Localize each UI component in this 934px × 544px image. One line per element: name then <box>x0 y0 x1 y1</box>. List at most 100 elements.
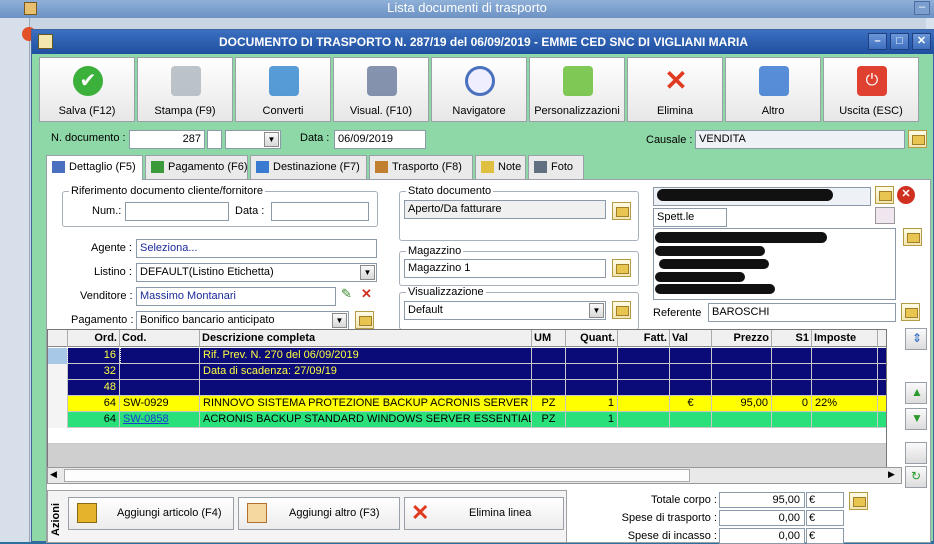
table-cell[interactable] <box>120 348 200 364</box>
scrollbar-thumb[interactable] <box>64 469 690 482</box>
pagamento-folder-icon[interactable] <box>355 311 374 329</box>
toolbar-button-7[interactable]: Altro <box>725 57 821 122</box>
tab-4[interactable]: Note <box>475 155 526 179</box>
contact-icon[interactable] <box>875 207 895 224</box>
clear-icon[interactable]: ✕ <box>361 286 372 302</box>
chevron-down-icon[interactable]: ▼ <box>589 303 604 318</box>
table-cell[interactable] <box>532 380 566 396</box>
table-cell[interactable] <box>670 348 712 364</box>
arrow-down-icon[interactable]: ▼ <box>905 408 927 430</box>
toolbar-button-2[interactable]: Converti <box>235 57 331 122</box>
table-cell[interactable] <box>812 412 878 428</box>
empty-row[interactable] <box>48 428 886 444</box>
table-row[interactable]: 32 Data di scadenza: 27/09/19 <box>48 364 886 380</box>
table-cell[interactable] <box>566 348 618 364</box>
delete-line-button[interactable]: ✕ Elimina linea <box>404 497 564 530</box>
table-cell[interactable] <box>618 364 670 380</box>
grid-column-header[interactable]: Fatt. <box>618 330 670 347</box>
table-cell[interactable] <box>566 380 618 396</box>
table-cell[interactable]: SW-0858 <box>120 412 200 428</box>
toolbar-button-5[interactable]: Personalizzazioni <box>529 57 625 122</box>
table-cell[interactable] <box>200 380 532 396</box>
total-value[interactable]: 95,00 <box>719 492 805 508</box>
table-cell[interactable]: 1 <box>566 396 618 412</box>
total-value[interactable]: 0,00 <box>719 510 805 526</box>
table-cell[interactable] <box>120 380 200 396</box>
grid-column-header[interactable]: Descrizione completa <box>200 330 532 347</box>
grid-column-header[interactable]: S1 <box>772 330 812 347</box>
totals-folder-icon[interactable] <box>849 492 868 510</box>
table-cell[interactable] <box>670 380 712 396</box>
table-cell[interactable]: 0 <box>772 396 812 412</box>
tab-3[interactable]: Trasporto (F8) <box>369 155 473 179</box>
table-cell[interactable] <box>566 364 618 380</box>
causale-input[interactable]: VENDITA <box>695 130 905 149</box>
table-cell[interactable]: RINNOVO SISTEMA PROTEZIONE BACKUP ACRONI… <box>200 396 532 412</box>
chevron-down-icon[interactable]: ▼ <box>360 265 375 280</box>
grid-column-header[interactable]: Ord. <box>68 330 120 347</box>
add-article-button[interactable]: Aggiungi articolo (F4) <box>68 497 234 530</box>
table-cell[interactable] <box>812 348 878 364</box>
table-cell[interactable] <box>772 364 812 380</box>
table-cell[interactable] <box>670 412 712 428</box>
table-cell[interactable] <box>812 364 878 380</box>
chevron-down-icon[interactable]: ▼ <box>264 132 279 147</box>
referente-folder-icon[interactable] <box>901 303 920 321</box>
refresh-icon[interactable]: ↻ <box>905 466 927 488</box>
table-cell[interactable] <box>712 364 772 380</box>
listino-select[interactable]: DEFAULT(Listino Etichetta) ▼ <box>136 263 377 282</box>
grid-column-header[interactable]: Quant. <box>566 330 618 347</box>
table-row[interactable]: 16 Rif. Prev. N. 270 del 06/09/2019 <box>48 347 886 365</box>
remove-cliente-icon[interactable]: ✕ <box>897 186 915 204</box>
table-cell[interactable]: 1 <box>566 412 618 428</box>
grid-column-header[interactable]: Imposte <box>812 330 878 347</box>
table-row[interactable]: 64 SW-0929 RINNOVO SISTEMA PROTEZIONE BACK… <box>48 396 886 412</box>
scroll-left-icon[interactable]: ◀ <box>50 469 57 480</box>
ndoc-series-select[interactable]: ▼ <box>225 130 281 149</box>
visualizzazione-folder-icon[interactable] <box>612 301 631 319</box>
copy-lines-icon[interactable] <box>905 442 927 464</box>
ndoc-suffix-spin[interactable] <box>207 130 222 149</box>
visualizzazione-select[interactable]: Default ▼ <box>404 301 606 320</box>
table-cell[interactable] <box>772 348 812 364</box>
scroll-right-icon[interactable]: ▶ <box>888 469 895 480</box>
row-selector[interactable] <box>48 380 68 396</box>
add-other-button[interactable]: Aggiungi altro (F3) <box>238 497 400 530</box>
row-selector[interactable] <box>48 412 68 428</box>
table-cell[interactable]: € <box>670 396 712 412</box>
referente-input[interactable]: BAROSCHI <box>708 303 896 322</box>
tab-0[interactable]: Dettaglio (F5) <box>46 155 143 180</box>
table-cell[interactable] <box>618 348 670 364</box>
toolbar-button-1[interactable]: Stampa (F9) <box>137 57 233 122</box>
close-button[interactable]: ✕ <box>912 33 931 50</box>
table-cell[interactable]: 64 <box>68 412 120 428</box>
tab-1[interactable]: Pagamento (F6) <box>145 155 248 179</box>
grid-column-header[interactable]: Cod. <box>120 330 200 347</box>
table-cell[interactable]: PZ <box>532 412 566 428</box>
agente-input[interactable]: Seleziona... <box>136 239 377 258</box>
table-cell[interactable] <box>712 380 772 396</box>
table-cell[interactable]: 95,00 <box>712 396 772 412</box>
toolbar-button-0[interactable]: ✔ Salva (F12) <box>39 57 135 122</box>
causale-folder-icon[interactable] <box>908 130 927 148</box>
magazzino-input[interactable]: Magazzino 1 <box>404 259 606 278</box>
table-cell[interactable] <box>618 380 670 396</box>
table-cell[interactable] <box>532 364 566 380</box>
data-input[interactable]: 06/09/2019 <box>334 130 426 149</box>
tab-5[interactable]: Foto <box>528 155 584 179</box>
spett-input[interactable]: Spett.le <box>653 208 727 227</box>
toolbar-button-3[interactable]: Visual. (F10) <box>333 57 429 122</box>
table-cell[interactable] <box>618 396 670 412</box>
table-cell[interactable]: 22% <box>812 396 878 412</box>
ndoc-input[interactable]: 287 <box>129 130 205 149</box>
table-row[interactable]: 48 <box>48 380 886 396</box>
toolbar-button-6[interactable]: ✕ Elimina <box>627 57 723 122</box>
toolbar-button-8[interactable]: ⏻ Uscita (ESC) <box>823 57 919 122</box>
num-input[interactable] <box>125 202 229 221</box>
cliente-folder-icon[interactable] <box>875 186 894 204</box>
table-cell[interactable] <box>532 348 566 364</box>
table-cell[interactable]: SW-0929 <box>120 396 200 412</box>
table-cell[interactable]: 48 <box>68 380 120 396</box>
chevron-down-icon[interactable]: ▼ <box>332 313 347 328</box>
magazzino-folder-icon[interactable] <box>612 259 631 277</box>
